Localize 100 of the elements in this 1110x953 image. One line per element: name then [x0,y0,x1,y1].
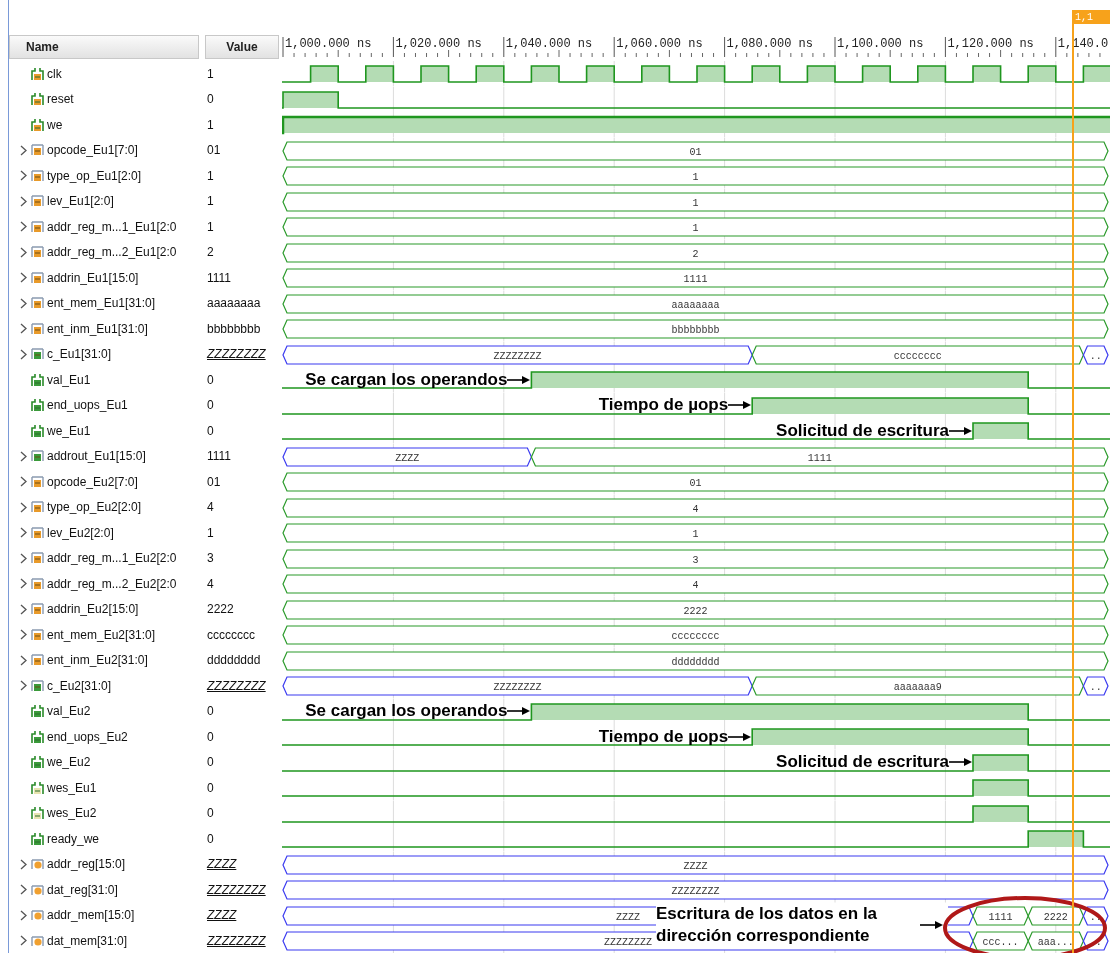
signal-value: ZZZZZZZZ [207,678,266,693]
signal-value: dddddddd [207,653,261,668]
signal-value: 0 [207,729,214,744]
expand-chevron-icon[interactable] [19,680,28,692]
bus-value: dddddddd [671,656,720,668]
signal-name: lev_Eu2[2:0] [47,525,114,540]
annotation-text: Se cargan los operandos [305,369,508,390]
bus-value: ZZZZZZZZ [671,886,720,897]
bus-value: .. [1089,682,1102,693]
annotation-text: Tiempo de µops [598,395,729,416]
bus-value: .. [1089,937,1102,948]
signal-name: type_op_Eu2[2:0] [47,500,142,515]
expand-chevron-icon[interactable] [19,476,28,488]
bus-value: 01 [689,478,702,489]
signal-name: end_uops_Eu1 [47,398,128,413]
column-header[interactable]: Value [205,35,279,59]
expand-chevron-icon[interactable] [19,272,28,284]
bus-value: aaaaaaaa [671,299,720,311]
bus-value: 2 [692,248,699,260]
signal-name: end_uops_Eu2 [47,729,128,744]
expand-chevron-icon[interactable] [19,603,28,615]
expand-chevron-icon[interactable] [19,858,28,870]
signal-name: addr_reg[15:0] [47,857,126,872]
signal-value: 1 [207,194,214,209]
annotation-text: Solicitud de escritura [776,752,949,773]
signal-value: ZZZZZZZZ [207,347,266,362]
bus-value: bbbbbbbb [671,325,720,336]
expand-chevron-icon[interactable] [19,323,28,335]
signal-value: cccccccc [207,627,255,642]
bus-value: 4 [692,503,699,515]
signal-name: ent_mem_Eu1[31:0] [47,296,156,311]
signal-value: 1 [207,525,214,540]
expand-chevron-icon[interactable] [19,909,28,921]
signal-value: 01 [207,143,221,158]
signal-name: addr_reg_m...1_Eu1[2:0 [47,219,177,234]
signal-name: ready_we [47,831,100,846]
bus-value: 1 [692,172,699,183]
signal-name: addr_reg_m...2_Eu2[2:0 [47,576,177,591]
time-label: 1,000.000 ns [285,37,372,51]
expand-chevron-icon[interactable] [19,527,28,539]
bus-value: ZZZZ [395,452,420,464]
expand-chevron-icon[interactable] [19,629,28,641]
signal-value: 0 [207,780,214,795]
expand-chevron-icon[interactable] [19,170,28,182]
signal-name: lev_Eu1[2:0] [47,194,114,209]
signal-value: 0 [207,806,214,821]
signal-value: 1 [207,168,214,183]
signal-value: 3 [207,551,214,566]
expand-chevron-icon[interactable] [19,221,28,233]
signal-name: ent_mem_Eu2[31:0] [47,627,156,642]
signal-name: dat_reg[31:0] [47,882,118,897]
signal-value: 4 [207,576,214,591]
signal-value: 1111 [207,449,232,464]
signal-name: addr_reg_m...2_Eu1[2:0 [47,245,177,260]
signal-name: c_Eu2[31:0] [47,678,112,693]
bus-value: .. [1089,350,1102,362]
signal-name: c_Eu1[31:0] [47,347,112,362]
signal-value: 0 [207,755,214,770]
signal-value: ZZZZZZZZ [207,882,266,897]
annotation-text: Escritura de los datos en la dirección correspondiente [656,903,879,947]
signal-name: wes_Eu2 [47,806,97,821]
signal-value: ZZZZ [207,857,237,872]
expand-chevron-icon[interactable] [19,935,28,947]
signal-value: 0 [207,398,214,413]
bus-value: 01 [689,146,702,158]
bus-value: 4 [692,580,699,591]
arrow-icon [507,706,532,717]
bus-value: ZZZZZZZZ [493,350,542,362]
signal-value: 1 [207,117,214,132]
expand-chevron-icon[interactable] [19,144,28,156]
expand-chevron-icon[interactable] [19,501,28,513]
signal-value: ZZZZ [207,908,237,923]
expand-chevron-icon[interactable] [19,195,28,207]
expand-chevron-icon[interactable] [19,297,28,309]
signal-name: reset [47,92,74,107]
bus-value: 2222 [1043,911,1068,923]
signal-value: 0 [207,92,214,107]
signal-name: addrout_Eu1[15:0] [47,449,146,464]
expand-chevron-icon[interactable] [19,450,28,462]
signal-name: wes_Eu1 [47,780,97,795]
expand-chevron-icon[interactable] [19,348,28,360]
time-label: 1,120.000 ns [947,37,1034,51]
time-label: 1,100.000 ns [837,37,924,51]
signal-value: 1 [207,66,214,81]
time-label: 1,060.000 ns [616,37,703,51]
bus-value: 1 [692,197,699,209]
signal-value: aaaaaaaa [207,296,261,311]
bus-value: 1111 [807,452,832,464]
signal-name: we_Eu2 [47,755,91,770]
expand-chevron-icon[interactable] [19,654,28,666]
expand-chevron-icon[interactable] [19,552,28,564]
expand-chevron-icon[interactable] [19,246,28,258]
expand-chevron-icon[interactable] [19,884,28,896]
signal-value: 2222 [207,602,234,617]
signal-value: 0 [207,372,214,387]
time-label: 1,040.000 ns [505,37,593,51]
column-header[interactable]: Name [9,35,199,59]
arrow-icon [728,400,753,411]
expand-chevron-icon[interactable] [19,578,28,590]
arrow-icon [949,425,973,436]
